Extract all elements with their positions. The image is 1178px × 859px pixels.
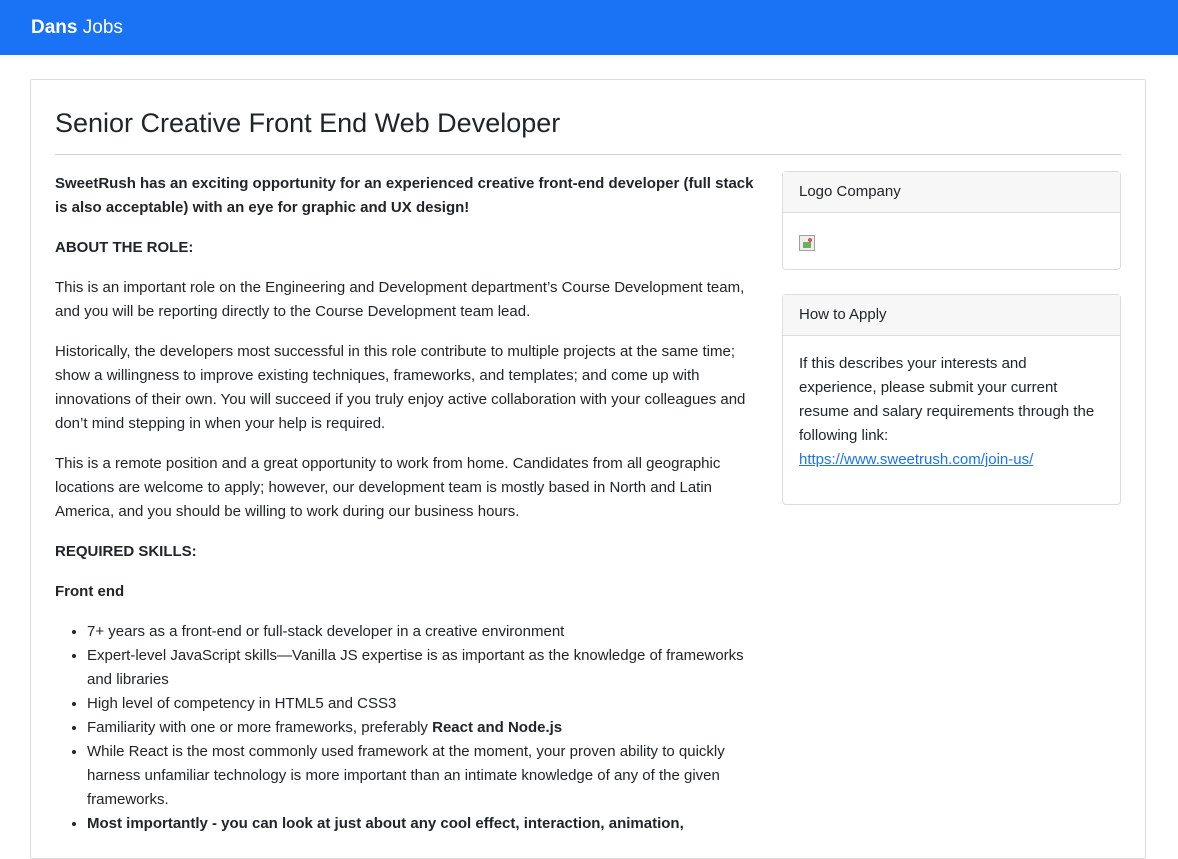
skills-list: 7+ years as a front-end or full-stack de… xyxy=(87,620,755,836)
how-to-apply-card: How to Apply If this describes your inte… xyxy=(782,294,1121,505)
frontend-heading: Front end xyxy=(55,583,125,600)
list-item: Expert-level JavaScript skills—Vanilla J… xyxy=(87,644,755,692)
description-paragraph: This is a remote position and a great op… xyxy=(55,455,721,520)
broken-image-icon xyxy=(799,235,815,251)
list-item: 7+ years as a front-end or full-stack de… xyxy=(87,620,755,644)
apply-link[interactable]: https://www.sweetrush.com/join-us/ xyxy=(799,451,1033,468)
navbar: Dans Jobs xyxy=(0,0,1178,55)
job-intro: SweetRush has an exciting opportunity fo… xyxy=(55,175,754,216)
list-item: Most importantly - you can look at just … xyxy=(87,812,755,836)
about-heading: ABOUT THE ROLE: xyxy=(55,239,194,256)
card-header: Logo Company xyxy=(783,172,1120,213)
card-header: How to Apply xyxy=(783,295,1120,336)
card-body: If this describes your interests and exp… xyxy=(783,336,1120,488)
list-item: While React is the most commonly used fr… xyxy=(87,740,755,812)
title-divider xyxy=(55,154,1121,155)
description-paragraph: This is an important role on the Enginee… xyxy=(55,279,745,320)
card-body xyxy=(783,213,1120,275)
apply-instructions: If this describes your interests and exp… xyxy=(799,355,1095,444)
logo-company-card: Logo Company xyxy=(782,171,1121,270)
brand-link[interactable]: Dans Jobs xyxy=(31,16,123,40)
list-item-text: Familiarity with one or more frameworks,… xyxy=(87,719,433,736)
job-detail-card: Senior Creative Front End Web Developer … xyxy=(30,79,1146,859)
brand-rest: Jobs xyxy=(82,17,123,38)
description-paragraph: Historically, the developers most succes… xyxy=(55,343,746,432)
brand-bold: Dans xyxy=(31,17,78,38)
job-description: SweetRush has an exciting opportunity fo… xyxy=(55,172,755,836)
job-title: Senior Creative Front End Web Developer xyxy=(55,108,561,138)
list-item: Familiarity with one or more frameworks,… xyxy=(87,716,755,740)
list-item: High level of competency in HTML5 and CS… xyxy=(87,692,755,716)
list-item-emphasis: React and Node.js xyxy=(432,719,563,736)
skills-heading: REQUIRED SKILLS: xyxy=(55,543,197,560)
